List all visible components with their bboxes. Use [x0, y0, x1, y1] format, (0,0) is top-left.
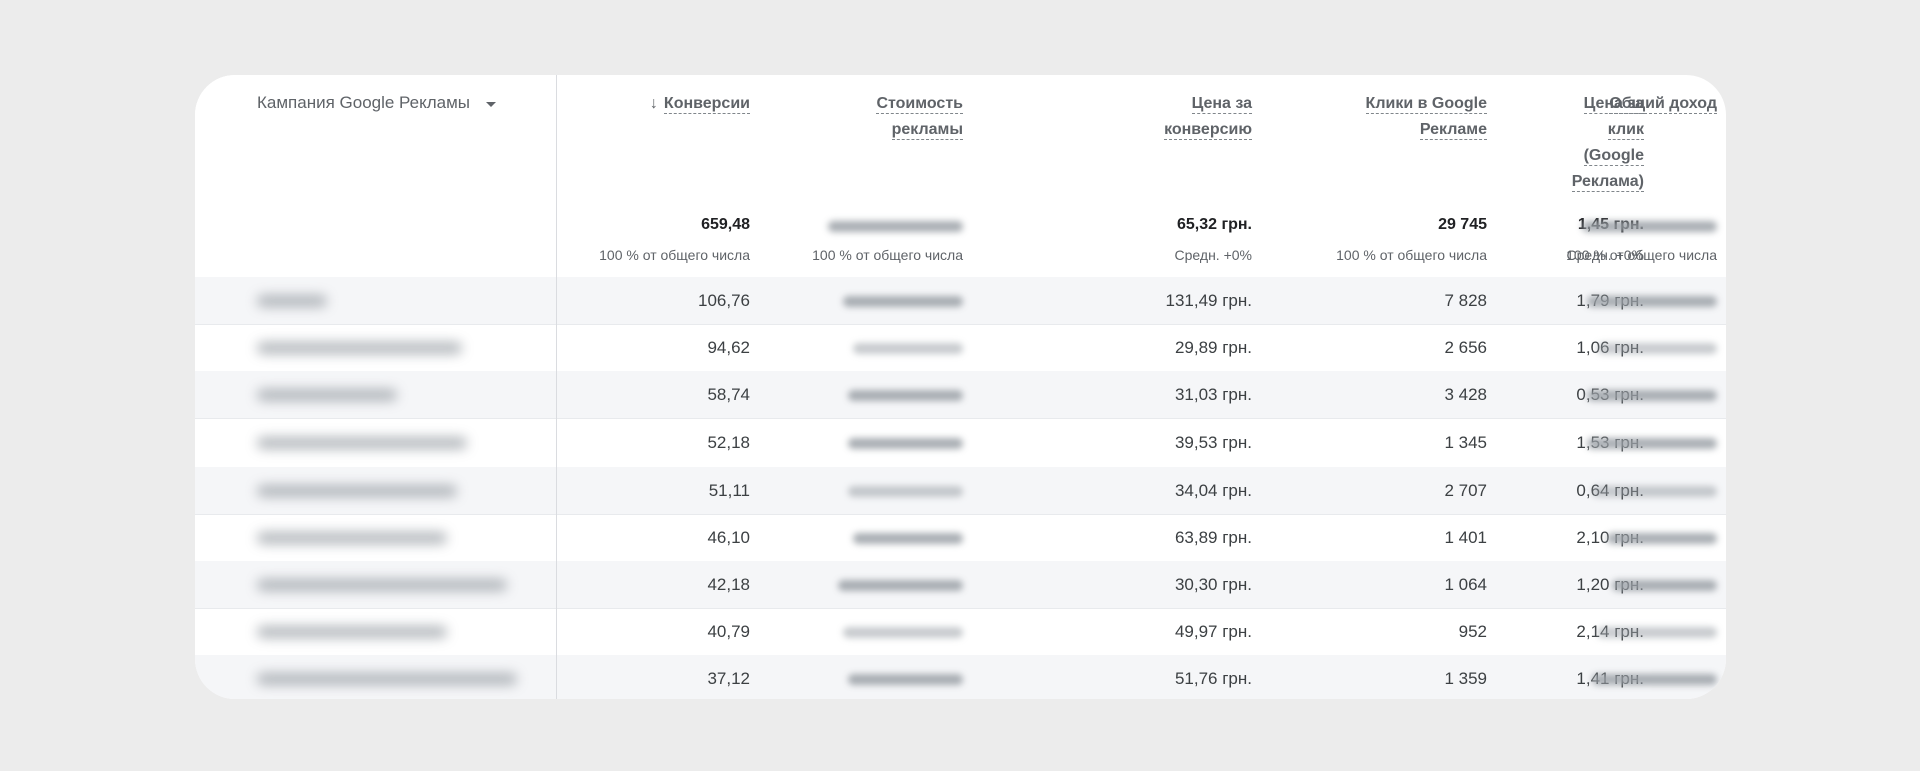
- redacted-value: [828, 221, 963, 232]
- cell-clicks: 1 064: [1444, 574, 1487, 594]
- cell-conversions: 37,12: [707, 668, 750, 688]
- cell-conversions: 40,79: [707, 621, 750, 641]
- redacted-value: [843, 295, 963, 307]
- column-header-label: Рекламе: [1419, 121, 1487, 140]
- cell-conversions: 52,18: [707, 432, 750, 452]
- cell-conversions: 42,18: [707, 574, 750, 594]
- cell-clicks: 1 345: [1444, 432, 1487, 452]
- redacted-value: [848, 437, 963, 449]
- column-total-conversions: 659,48: [701, 216, 750, 233]
- redacted-value: [1587, 437, 1717, 449]
- redacted-value: [838, 579, 963, 591]
- cell-conversions: 106,76: [698, 290, 750, 310]
- cell-cost_per_conversion: 63,89 грн.: [1174, 527, 1252, 547]
- cell-clicks: 1 359: [1444, 668, 1487, 688]
- redacted-value: [1607, 532, 1717, 544]
- column-total-subtext: 100 % от общего числа: [1566, 247, 1717, 263]
- redacted-value: [848, 389, 963, 401]
- dropdown-caret-icon: [486, 101, 497, 107]
- redacted-value: [1592, 485, 1717, 497]
- column-header-label: конверсию: [1164, 121, 1252, 140]
- cell-cost_per_conversion: 34,04 грн.: [1174, 480, 1252, 500]
- redacted-value: [843, 626, 963, 638]
- column-header-label: Стоимость: [876, 95, 963, 114]
- column-header-label: Общий доход: [1609, 95, 1717, 114]
- column-total-total_revenue: [1582, 216, 1717, 232]
- column-total-subtext: Средн. +0%: [1174, 247, 1252, 263]
- column-header-ad_cost[interactable]: Стоимость рекламы: [876, 91, 963, 143]
- cell-cost_per_conversion: 29,89 грн.: [1174, 337, 1252, 357]
- dimension-column: Кампания Google Рекламы: [195, 75, 557, 699]
- column-total-subtext: 100 % от общего числа: [599, 247, 750, 263]
- column-header-label: Реклама): [1571, 173, 1644, 192]
- dimension-header-label: Кампания Google Рекламы: [257, 93, 471, 112]
- column-header-label: рекламы: [891, 121, 963, 140]
- redacted-value: [848, 485, 963, 497]
- column-header-label: Клики в Google: [1365, 95, 1487, 114]
- column-total-subtext: 100 % от общего числа: [812, 247, 963, 263]
- redacted-value: [1612, 579, 1717, 591]
- redacted-value: [853, 532, 963, 544]
- cell-clicks: 2 707: [1444, 480, 1487, 500]
- cell-clicks: 7 828: [1444, 290, 1487, 310]
- column-header-conversions[interactable]: ↓ Конверсии: [650, 91, 750, 117]
- redacted-value: [1597, 626, 1717, 638]
- report-table-card: Кампания Google Рекламы 106,76 131,49 грн…: [195, 75, 1726, 699]
- column-total-subtext: 100 % от общего числа: [1336, 247, 1487, 263]
- redacted-value: [1587, 295, 1717, 307]
- cell-conversions: 58,74: [707, 384, 750, 404]
- cell-conversions: 46,10: [707, 527, 750, 547]
- column-header-label: клик: [1607, 121, 1644, 140]
- cell-cost_per_conversion: 49,97 грн.: [1174, 621, 1252, 641]
- redacted-value: [1582, 221, 1717, 232]
- column-header-cost_per_conversion[interactable]: Цена за конверсию: [1164, 91, 1252, 143]
- cell-cost_per_conversion: 30,30 грн.: [1174, 574, 1252, 594]
- dimension-header-cell: Кампания Google Рекламы: [195, 75, 556, 277]
- column-total-ad_cost: [828, 216, 963, 232]
- redacted-value: [1587, 389, 1717, 401]
- cell-conversions: 94,62: [707, 337, 750, 357]
- cell-cost_per_conversion: 51,76 грн.: [1174, 668, 1252, 688]
- column-total-cost_per_conversion: 65,32 грн.: [1176, 216, 1252, 233]
- cell-clicks: 1 401: [1444, 527, 1487, 547]
- column-header-label: Конверсии: [663, 95, 750, 114]
- redacted-value: [848, 673, 963, 685]
- cell-cost_per_conversion: 131,49 грн.: [1165, 290, 1253, 310]
- cell-cost_per_conversion: 31,03 грн.: [1174, 384, 1252, 404]
- cell-clicks: 2 656: [1444, 337, 1487, 357]
- cell-cost_per_conversion: 39,53 грн.: [1174, 432, 1252, 452]
- cell-conversions: 51,11: [708, 480, 750, 500]
- cell-clicks: 3 428: [1444, 384, 1487, 404]
- column-header-total_revenue[interactable]: Общий доход: [1609, 91, 1717, 117]
- redacted-value: [853, 342, 963, 354]
- column-header-label: (Google: [1583, 147, 1644, 166]
- column-total-clicks: 29 745: [1438, 216, 1487, 233]
- cell-clicks: 952: [1458, 621, 1487, 641]
- redacted-value: [1592, 673, 1717, 685]
- column-header-clicks[interactable]: Клики в Google Рекламе: [1365, 91, 1487, 143]
- dimension-selector[interactable]: Кампания Google Рекламы: [257, 93, 497, 113]
- sort-descending-icon: ↓: [649, 95, 658, 112]
- redacted-value: [1597, 342, 1717, 354]
- column-header-label: Цена за: [1191, 95, 1252, 114]
